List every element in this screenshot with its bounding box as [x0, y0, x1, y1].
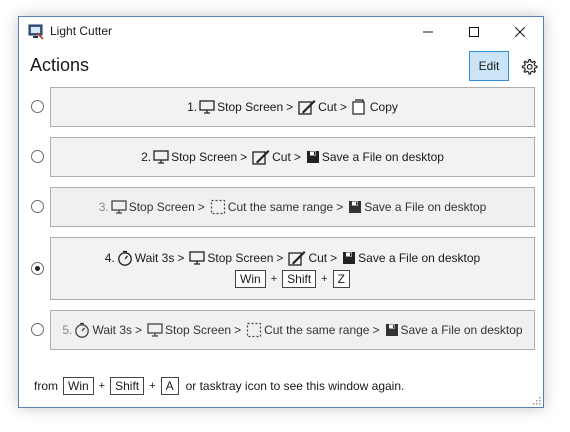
- monitor-icon: [111, 200, 127, 214]
- minimize-icon: [423, 31, 433, 33]
- step-separator: >: [240, 150, 248, 164]
- step-label: Copy: [369, 100, 398, 114]
- step-label: Cut: [272, 150, 291, 164]
- step-separator: >: [372, 323, 380, 337]
- monitor-icon: [199, 100, 215, 114]
- step-label: Cut the same range: [264, 323, 370, 337]
- footer-hint: from Win + Shift + A or tasktray icon to…: [34, 377, 404, 395]
- floppy-disk-icon: [342, 251, 356, 265]
- maximize-button[interactable]: [451, 17, 497, 47]
- step-separator: >: [197, 200, 205, 214]
- step-label: Wait 3s: [92, 323, 132, 337]
- monitor-icon: [147, 323, 163, 337]
- stopwatch-icon: [74, 322, 90, 338]
- app-window: Light Cutter Actions Edit 1. Stop Screen…: [18, 16, 544, 408]
- step-label: Stop Screen: [217, 100, 284, 114]
- step-separator: >: [135, 323, 143, 337]
- close-icon: [515, 27, 525, 37]
- floppy-disk-icon: [348, 200, 362, 214]
- key-cap: A: [160, 377, 179, 395]
- monitor-icon: [153, 150, 169, 164]
- key-cap: Win: [63, 377, 94, 395]
- action-4-button[interactable]: 4. Wait 3s > Stop Screen > Cut > Save a …: [50, 237, 535, 300]
- action-5-button[interactable]: 5. Wait 3s > Stop Screen > Cut the same …: [50, 310, 535, 350]
- step-label: Save a File on desktop: [400, 323, 523, 337]
- gear-icon[interactable]: [520, 58, 538, 76]
- dashed-rect-icon: [246, 322, 262, 338]
- step-separator: >: [276, 250, 284, 265]
- close-button[interactable]: [497, 17, 543, 47]
- key-cap: Win: [235, 269, 266, 288]
- step-separator: >: [336, 200, 344, 214]
- pen-cut-icon: [288, 250, 306, 266]
- action-number: 4.: [104, 250, 115, 265]
- key-cap: Z: [332, 269, 350, 288]
- action-4-radio[interactable]: [31, 262, 44, 275]
- window-title: Light Cutter: [50, 24, 113, 38]
- step-label: Save a File on desktop: [321, 150, 444, 164]
- plus-sign: +: [321, 272, 328, 285]
- action-5-radio[interactable]: [31, 323, 44, 336]
- pen-cut-icon: [298, 99, 316, 115]
- action-number: 1.: [187, 100, 198, 114]
- resize-grip-icon[interactable]: [531, 395, 541, 405]
- step-label: Save a File on desktop: [358, 250, 481, 265]
- minimize-button[interactable]: [405, 17, 451, 47]
- action-3-radio[interactable]: [31, 200, 44, 213]
- plus-sign: +: [270, 272, 278, 285]
- page-title: Actions: [30, 55, 90, 75]
- step-label: Stop Screen: [165, 323, 232, 337]
- action-1-button[interactable]: 1. Stop Screen > Cut > Copy: [50, 87, 535, 127]
- action-3-button[interactable]: 3. Stop Screen > Cut the same range > Sa…: [50, 187, 535, 227]
- copy-icon: [352, 99, 368, 115]
- monitor-icon: [189, 250, 206, 265]
- shortcut-keys: Win + Shift + Z: [235, 269, 350, 288]
- step-separator: >: [293, 150, 301, 164]
- footer-suffix: or tasktray icon to see this window agai…: [185, 379, 405, 393]
- plus-sign: +: [98, 380, 106, 392]
- step-label: Stop Screen: [171, 150, 238, 164]
- action-number: 2.: [141, 150, 152, 164]
- action-number: 5.: [62, 323, 73, 337]
- edit-button[interactable]: Edit: [469, 51, 509, 81]
- step-separator: >: [286, 100, 294, 114]
- maximize-icon: [469, 27, 479, 37]
- title-bar[interactable]: Light Cutter: [19, 17, 543, 47]
- step-label: Stop Screen: [207, 250, 274, 265]
- step-label: Save a File on desktop: [364, 200, 487, 214]
- step-label: Cut: [318, 100, 337, 114]
- key-cap: Shift: [282, 269, 317, 288]
- floppy-disk-icon: [385, 323, 399, 337]
- step-separator: >: [234, 323, 242, 337]
- action-1-radio[interactable]: [31, 100, 44, 113]
- app-icon: [28, 24, 44, 40]
- key-cap: Shift: [110, 377, 145, 395]
- step-separator: >: [339, 100, 347, 114]
- action-2-radio[interactable]: [31, 150, 44, 163]
- step-label: Stop Screen: [128, 200, 195, 214]
- step-label: Cut the same range: [227, 200, 334, 214]
- footer-prefix: from: [34, 379, 58, 393]
- action-2-button[interactable]: 2. Stop Screen > Cut > Save a File on de…: [50, 137, 535, 177]
- step-label: Wait 3s: [134, 250, 175, 265]
- step-separator: >: [330, 250, 338, 265]
- pen-cut-icon: [252, 149, 270, 165]
- step-label: Cut: [308, 250, 328, 265]
- plus-sign: +: [149, 380, 156, 392]
- action-number: 3.: [98, 200, 109, 214]
- step-separator: >: [177, 250, 185, 265]
- floppy-disk-icon: [306, 150, 320, 164]
- dashed-rect-icon: [210, 199, 226, 215]
- stopwatch-icon: [117, 250, 133, 266]
